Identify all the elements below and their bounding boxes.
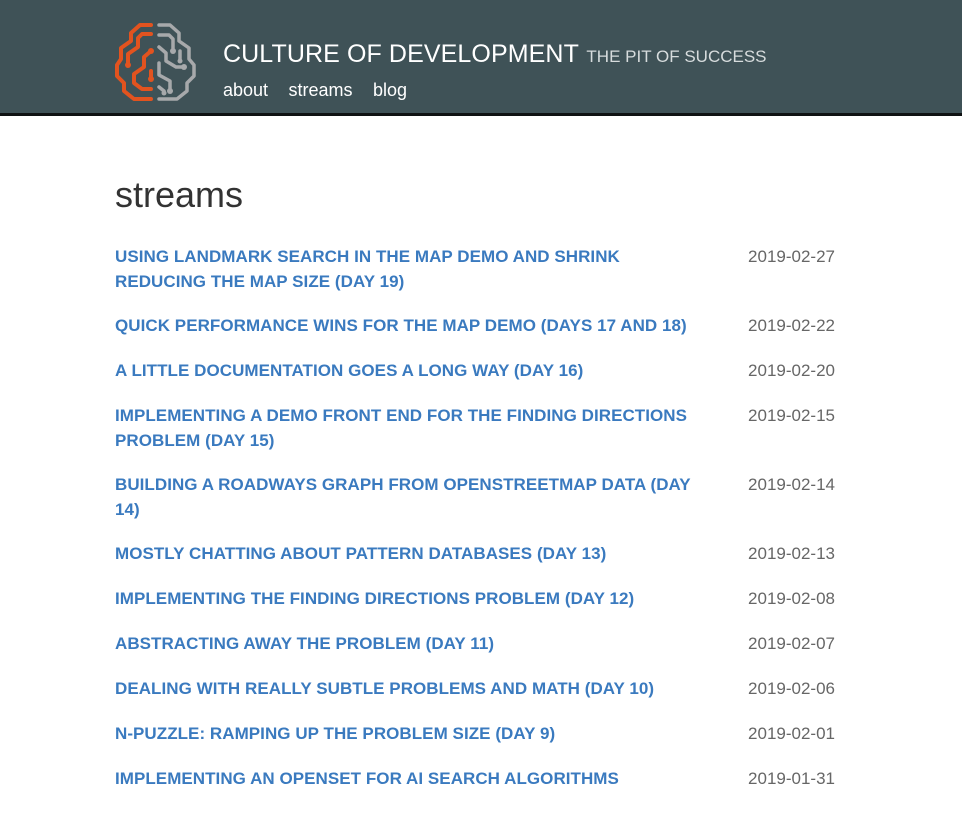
nav-link-streams[interactable]: streams bbox=[289, 80, 353, 100]
post-date: 2019-02-06 bbox=[748, 679, 835, 698]
list-item: N-Puzzle: Ramping Up the Problem Size (D… bbox=[115, 721, 835, 747]
site-tagline: THE PIT OF SUCCESS bbox=[586, 47, 767, 66]
post-title-link[interactable]: Abstracting Away the Problem (Day 11) bbox=[115, 631, 700, 656]
post-title-link[interactable]: Mostly Chatting About Pattern Databases … bbox=[115, 541, 700, 566]
list-item: Implementing the Finding Directions Prob… bbox=[115, 586, 835, 612]
nav-link-blog[interactable]: blog bbox=[373, 80, 407, 100]
post-date: 2019-02-01 bbox=[748, 724, 835, 743]
site-title[interactable]: CULTURE OF DEVELOPMENT THE PIT OF SUCCES… bbox=[223, 40, 767, 69]
list-item: Using Landmark Search in the Map Demo an… bbox=[115, 244, 835, 294]
post-title-link[interactable]: N-Puzzle: Ramping Up the Problem Size (D… bbox=[115, 721, 700, 746]
main-nav: about streams blog bbox=[223, 80, 423, 101]
list-item: Dealing with Really Subtle Problems and … bbox=[115, 676, 835, 702]
list-item: A Little Documentation Goes a Long Way (… bbox=[115, 358, 835, 384]
post-date: 2019-02-22 bbox=[748, 316, 835, 335]
site-header: CULTURE OF DEVELOPMENT THE PIT OF SUCCES… bbox=[0, 0, 962, 116]
list-item: Quick Performance Wins for the Map Demo … bbox=[115, 313, 835, 339]
post-date: 2019-02-13 bbox=[748, 544, 835, 563]
list-item: Mostly Chatting About Pattern Databases … bbox=[115, 541, 835, 567]
site-name[interactable]: CULTURE OF DEVELOPMENT bbox=[223, 40, 579, 68]
post-title-link[interactable]: Implementing a Demo Front End for the Fi… bbox=[115, 403, 700, 453]
post-date: 2019-02-08 bbox=[748, 589, 835, 608]
post-title-link[interactable]: Using Landmark Search in the Map Demo an… bbox=[115, 244, 700, 294]
post-date: 2019-02-07 bbox=[748, 634, 835, 653]
post-title-link[interactable]: Quick Performance Wins for the Map Demo … bbox=[115, 313, 700, 338]
post-date: 2019-02-20 bbox=[748, 361, 835, 380]
post-date: 2019-02-15 bbox=[748, 406, 835, 425]
list-item: Implementing an OpenSet for AI Search Al… bbox=[115, 766, 835, 792]
post-list: Using Landmark Search in the Map Demo an… bbox=[115, 244, 835, 811]
post-date: 2019-02-14 bbox=[748, 475, 835, 494]
brain-circuit-icon[interactable] bbox=[114, 21, 198, 105]
post-date: 2019-02-27 bbox=[748, 247, 835, 266]
post-title-link[interactable]: Building a Roadways Graph from OpenStree… bbox=[115, 472, 700, 522]
post-title-link[interactable]: Implementing an OpenSet for AI Search Al… bbox=[115, 766, 700, 791]
post-title-link[interactable]: Implementing the Finding Directions Prob… bbox=[115, 586, 700, 611]
list-item: Abstracting Away the Problem (Day 11) 20… bbox=[115, 631, 835, 657]
post-title-link[interactable]: A Little Documentation Goes a Long Way (… bbox=[115, 358, 700, 383]
post-date: 2019-01-31 bbox=[748, 769, 835, 788]
nav-link-about[interactable]: about bbox=[223, 80, 268, 100]
list-item: Implementing a Demo Front End for the Fi… bbox=[115, 403, 835, 453]
list-item: Building a Roadways Graph from OpenStree… bbox=[115, 472, 835, 522]
page-title: streams bbox=[115, 174, 244, 215]
post-title-link[interactable]: Dealing with Really Subtle Problems and … bbox=[115, 676, 700, 701]
